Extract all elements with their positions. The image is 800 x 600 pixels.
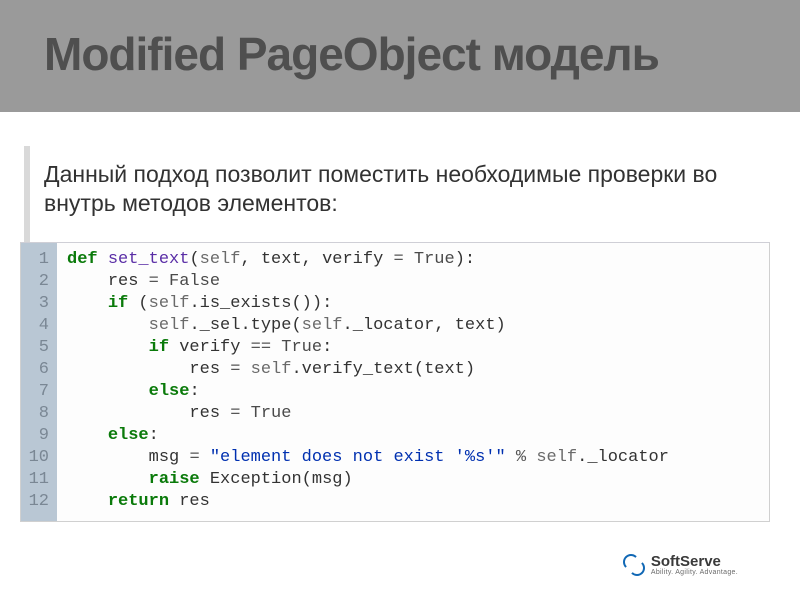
code-block: 1 2 3 4 5 6 7 8 9 10 11 12 def set_text(… xyxy=(20,242,770,522)
kw-if: if xyxy=(108,294,128,313)
tok-exception: Exception xyxy=(210,470,302,489)
tok-verify-text: verify_text xyxy=(302,360,414,379)
tok-assign2: = xyxy=(149,272,159,291)
tok-true: True xyxy=(414,250,455,269)
kw-return: return xyxy=(108,492,169,511)
tok-self2: self xyxy=(149,294,190,313)
tok-text2: text xyxy=(455,316,496,335)
tok-res2: res xyxy=(189,360,220,379)
tok-locator: _locator xyxy=(353,316,435,335)
tok-is-exists: is_exists xyxy=(200,294,292,313)
slide-body-text: Данный подход позволит поместить необход… xyxy=(44,160,740,218)
kw-def: def xyxy=(67,250,98,269)
tok-assign3: = xyxy=(230,360,240,379)
tok-sel: _sel xyxy=(200,316,241,335)
softserve-mark-icon xyxy=(623,554,645,576)
footer-tagline: Ability. Agility. Advantage. xyxy=(651,569,738,576)
tok-res3: res xyxy=(189,404,220,423)
tok-assign5: = xyxy=(189,448,199,467)
tok-eqeq: == xyxy=(251,338,271,357)
kw-raise: raise xyxy=(149,470,200,489)
tok-self5: self xyxy=(251,360,292,379)
tok-assign4: = xyxy=(230,404,240,423)
tok-str: "element does not exist '%s'" xyxy=(210,448,506,467)
tok-msg2: msg xyxy=(312,470,343,489)
tok-locator2: _locator xyxy=(587,448,669,467)
code-content: def set_text(self, text, verify = True):… xyxy=(57,243,679,521)
tok-verify2: verify xyxy=(179,338,240,357)
tok-verify: verify xyxy=(322,250,383,269)
tok-self: self xyxy=(200,250,241,269)
footer-text: SoftServe Ability. Agility. Advantage. xyxy=(651,554,738,576)
tok-self6: self xyxy=(536,448,577,467)
footer-logo: SoftServe Ability. Agility. Advantage. xyxy=(623,554,738,576)
tok-assign: = xyxy=(394,250,404,269)
kw-if2: if xyxy=(149,338,169,357)
tok-res: res xyxy=(108,272,139,291)
tok-text3: text xyxy=(424,360,465,379)
kw-else2: else xyxy=(108,426,149,445)
footer-brand: SoftServe xyxy=(651,554,738,569)
tok-type: type xyxy=(251,316,292,335)
fn-name: set_text xyxy=(108,250,190,269)
code-line-numbers: 1 2 3 4 5 6 7 8 9 10 11 12 xyxy=(21,243,57,521)
tok-msg: msg xyxy=(149,448,180,467)
tok-self3: self xyxy=(149,316,190,335)
tok-true3: True xyxy=(251,404,292,423)
tok-self4: self xyxy=(302,316,343,335)
tok-pct: % xyxy=(516,448,526,467)
tok-false: False xyxy=(169,272,220,291)
tok-res4: res xyxy=(179,492,210,511)
slide-title: Modified PageObject модель xyxy=(44,30,770,78)
tok-true2: True xyxy=(281,338,322,357)
kw-else: else xyxy=(149,382,190,401)
slide: Modified PageObject модель Данный подход… xyxy=(0,0,800,600)
tok-text: text xyxy=(261,250,302,269)
